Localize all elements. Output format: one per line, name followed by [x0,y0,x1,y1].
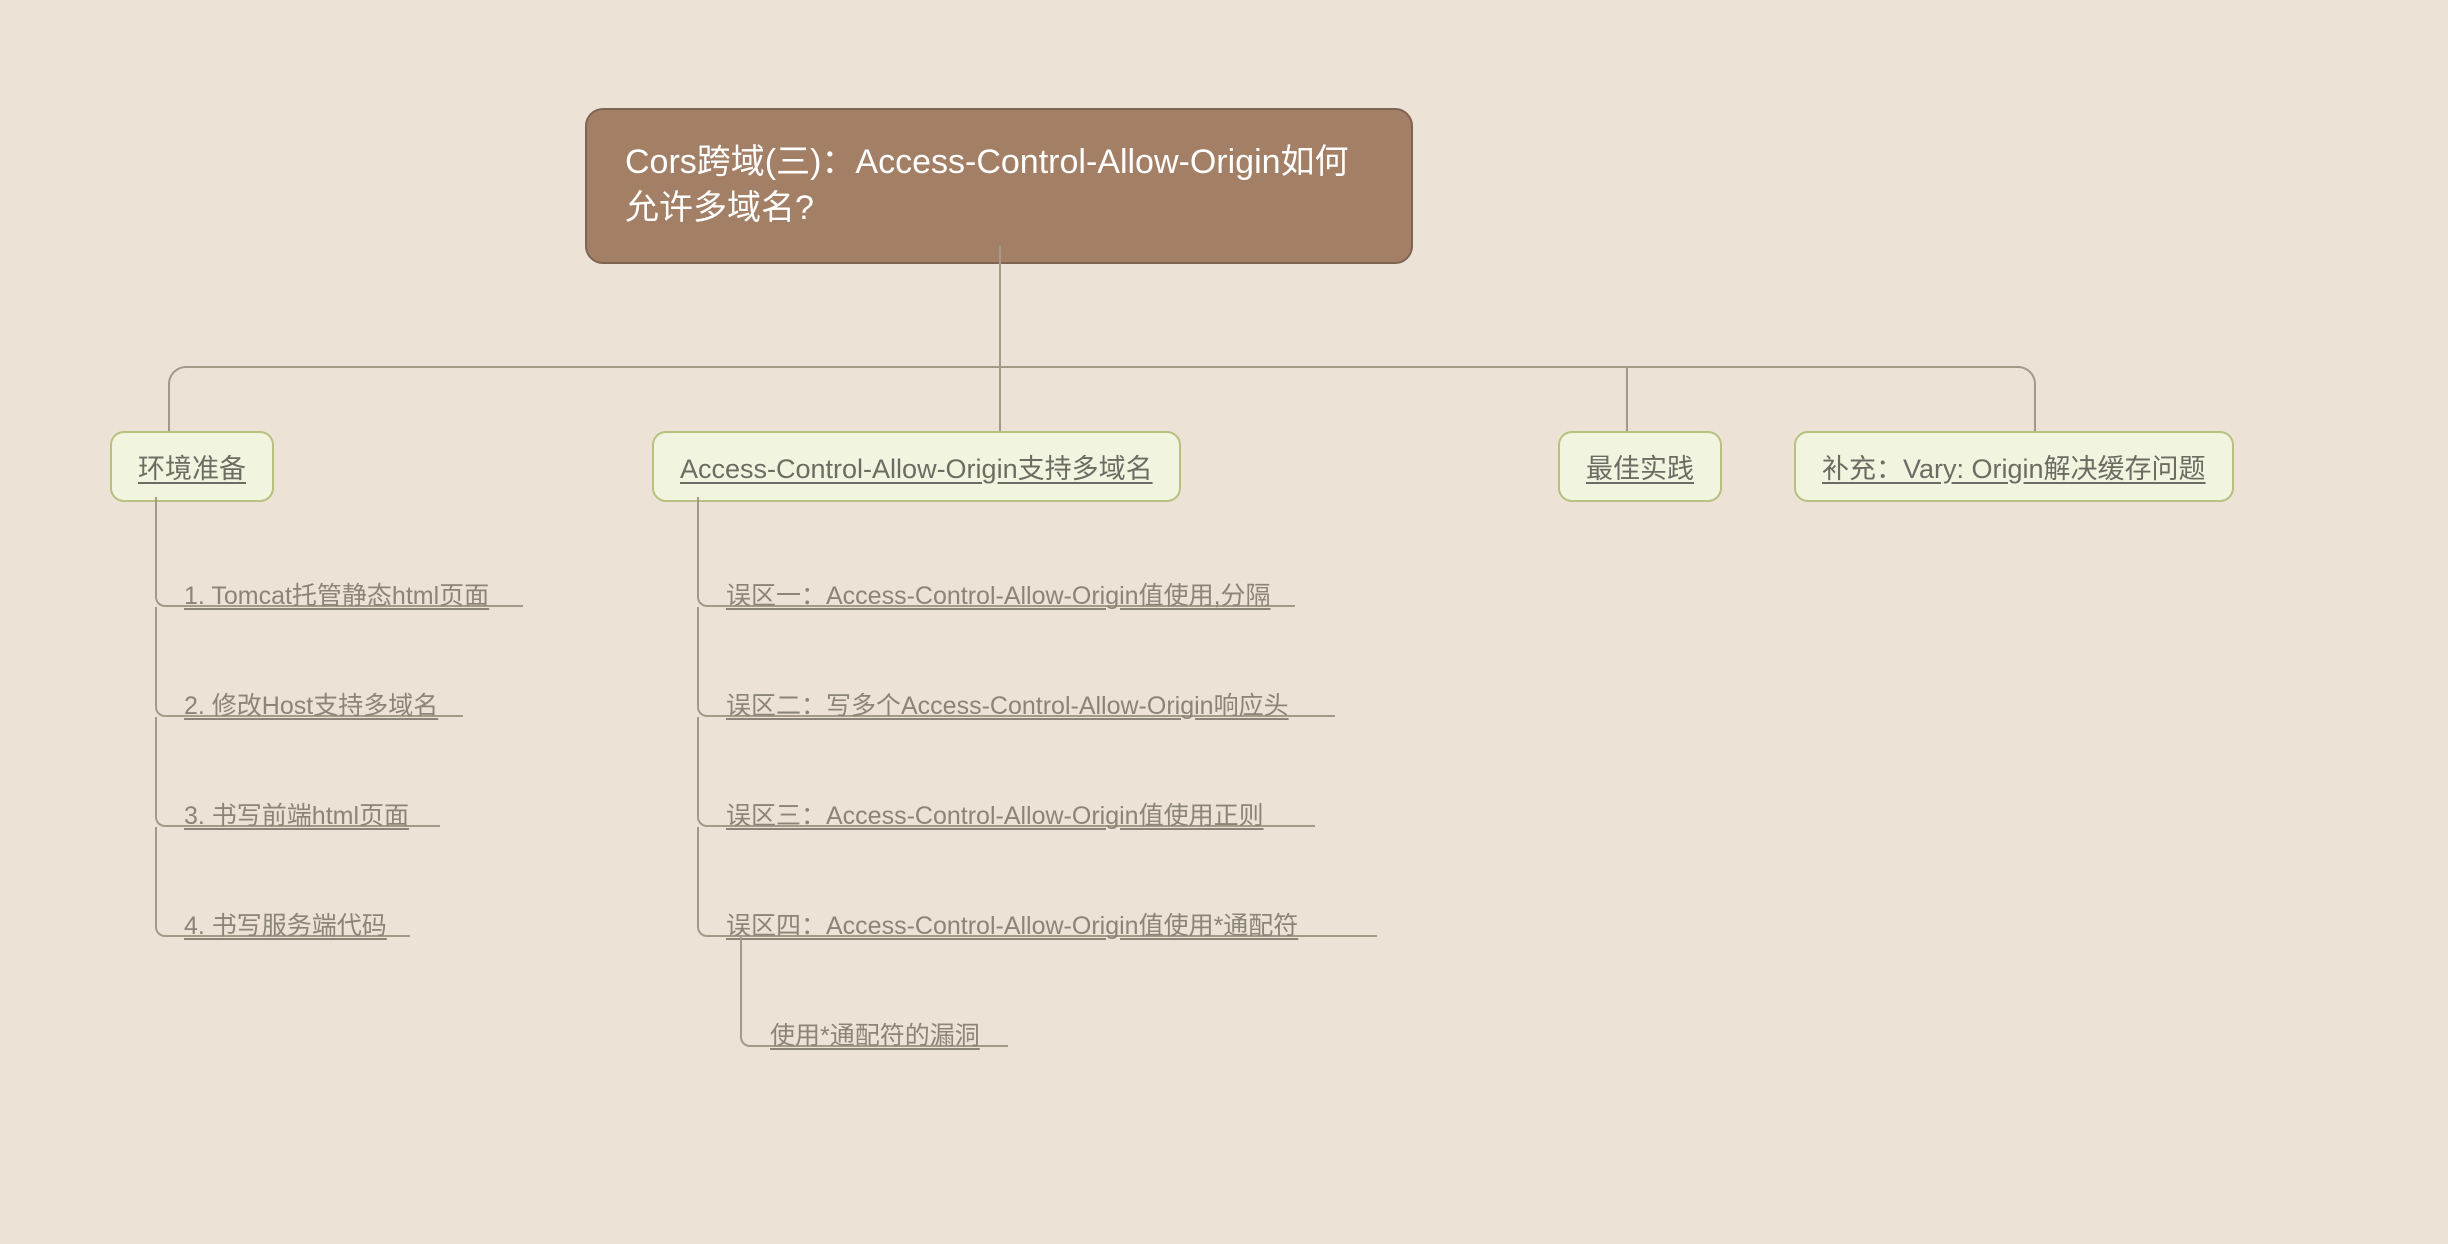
root-title: Cors跨域(三)：Access-Control-Allow-Origin如何允… [625,143,1349,227]
leaf-label: 误区二：写多个Access-Control-Allow-Origin响应头 [726,692,1289,720]
branch-vary-origin[interactable]: 补充：Vary: Origin解决缓存问题 [1794,431,2234,502]
root-node[interactable]: Cors跨域(三)：Access-Control-Allow-Origin如何允… [585,108,1413,264]
connector [168,383,170,433]
leaf-item[interactable]: 4. 书写服务端代码 [184,906,387,942]
leaf-label: 误区一：Access-Control-Allow-Origin值使用,分隔 [726,582,1271,610]
leaf-label: 误区四：Access-Control-Allow-Origin值使用*通配符 [726,912,1298,940]
connector [2034,383,2036,433]
connector [1626,366,1628,433]
connector [184,366,2020,368]
leaf-label: 2. 修改Host支持多域名 [184,692,438,720]
leaf-label: 误区三：Access-Control-Allow-Origin值使用正则 [726,802,1264,830]
connector [168,366,186,384]
branch-label: 最佳实践 [1586,454,1694,484]
connector [999,366,1001,433]
leaf-label: 4. 书写服务端代码 [184,912,387,940]
branch-acao-multi[interactable]: Access-Control-Allow-Origin支持多域名 [652,431,1181,502]
branch-label: 环境准备 [138,454,246,484]
connector [2018,366,2036,384]
leaf-label: 使用*通配符的漏洞 [770,1022,980,1050]
branch-label: 补充：Vary: Origin解决缓存问题 [1822,454,2206,484]
leaf-label: 3. 书写前端html页面 [184,802,409,830]
branch-env-prep[interactable]: 环境准备 [110,431,274,502]
leaf-label: 1. Tomcat托管静态html页面 [184,582,489,610]
leaf-item[interactable]: 使用*通配符的漏洞 [770,1016,980,1052]
branch-best-practice[interactable]: 最佳实践 [1558,431,1722,502]
connector [999,246,1001,366]
branch-label: Access-Control-Allow-Origin支持多域名 [680,454,1153,484]
